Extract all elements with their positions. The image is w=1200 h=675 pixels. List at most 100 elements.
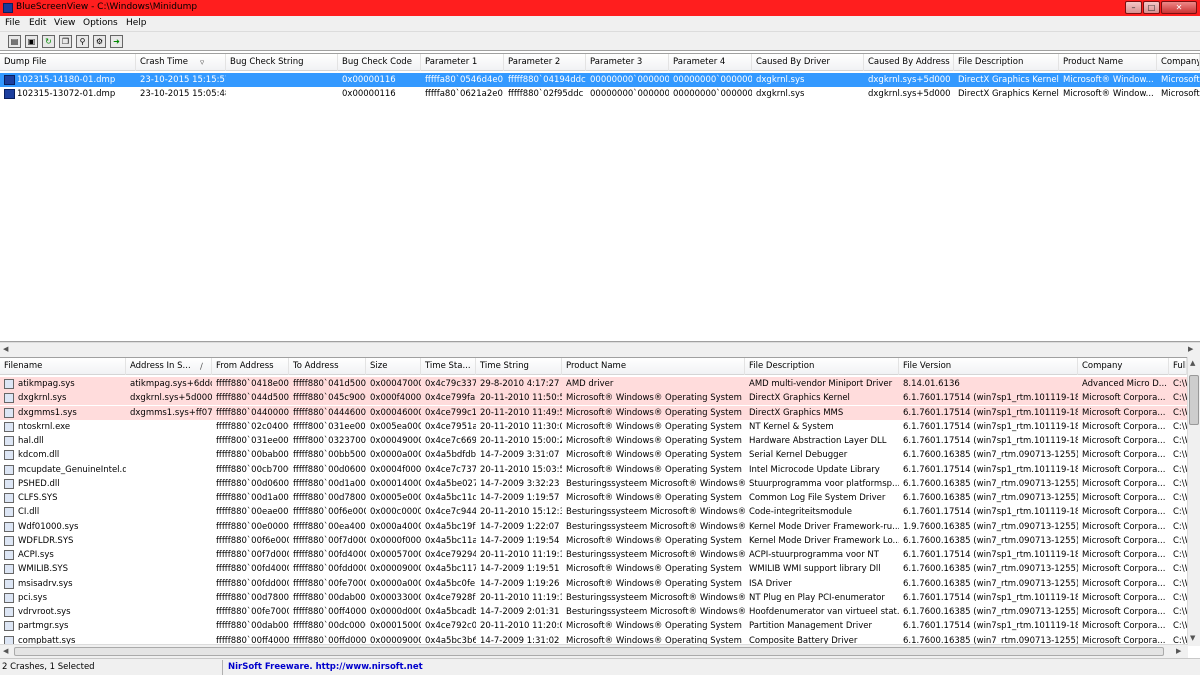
- exit-icon[interactable]: ➜: [110, 35, 123, 48]
- module-cell: 0x4a5bc19f: [425, 521, 476, 532]
- module-cell: C:\W: [1173, 436, 1187, 446]
- crash-cell: fffffa80`0546d4e0: [425, 75, 504, 85]
- col-time-stamp[interactable]: Time Sta...: [421, 358, 476, 375]
- col-dump-file[interactable]: Dump File: [0, 54, 136, 71]
- module-cell: fffff880`00ea4000: [293, 521, 366, 532]
- col-full-path[interactable]: Full: [1169, 358, 1187, 375]
- module-cell: 6.1.7600.16385 (win7_rtm.090713-1255): [903, 564, 1078, 575]
- module-cell: CLFS.SYS: [18, 493, 58, 503]
- module-cell: 14-7-2009 2:01:31: [480, 607, 560, 617]
- options-icon[interactable]: ⚙: [93, 35, 106, 48]
- col-file-description-2[interactable]: File Description: [745, 358, 899, 375]
- col-company-2[interactable]: Company: [1078, 358, 1169, 375]
- col-parameter-4[interactable]: Parameter 4: [669, 54, 752, 71]
- menu-view[interactable]: View: [54, 18, 75, 28]
- module-row[interactable]: dxgmms1.sys dxgmms1.sys+ff07 fffff880`0440…: [0, 405, 1200, 420]
- module-row[interactable]: WMILIB.SYS fffff880`00fd4000 fffff880`00fd…: [0, 562, 1200, 576]
- hscroll-thumb[interactable]: [14, 647, 1164, 656]
- module-row[interactable]: ACPI.sys fffff880`00f7d000 fffff880`00fd40…: [0, 548, 1200, 562]
- module-row[interactable]: msisadrv.sys fffff880`00fdd000 fffff880`00…: [0, 577, 1200, 591]
- app-icon: [3, 3, 13, 13]
- col-bug-check-code[interactable]: Bug Check Code: [338, 54, 421, 71]
- properties-icon[interactable]: ▤: [8, 35, 21, 48]
- menu-file[interactable]: File: [5, 18, 20, 28]
- scroll-right-icon-2[interactable]: ▶: [1176, 647, 1181, 655]
- menu-help[interactable]: Help: [126, 18, 147, 28]
- module-cell: 8.14.01.6136: [903, 379, 960, 389]
- module-list-vscrollbar[interactable]: ▲ ▼: [1187, 357, 1200, 646]
- module-row[interactable]: ntoskrnl.exe fffff880`02c04000 fffff800`03…: [0, 420, 1200, 434]
- module-file-icon: [4, 507, 14, 518]
- module-row[interactable]: CI.dll fffff880`00eae000 fffff880`00f6e000…: [0, 505, 1200, 519]
- module-row[interactable]: CLFS.SYS fffff880`00d1a000 fffff880`00d780…: [0, 491, 1200, 505]
- module-cell: 0x000a4000: [370, 521, 421, 532]
- col-product-name[interactable]: Product Name: [1059, 54, 1157, 71]
- module-cell: 0x0000a000: [370, 450, 421, 461]
- scroll-up-icon[interactable]: ▲: [1190, 359, 1195, 367]
- module-row[interactable]: Wdf01000.sys fffff880`00e00000 fffff880`00…: [0, 520, 1200, 534]
- crash-list: Dump File Crash Time ▿ Bug Check String …: [0, 53, 1200, 342]
- scroll-thumb[interactable]: [1189, 375, 1199, 425]
- nirsoft-link[interactable]: NirSoft Freeware. http://www.nirsoft.net: [228, 662, 423, 672]
- scroll-left-icon[interactable]: ◀: [3, 345, 8, 353]
- module-cell: Stuurprogramma voor platformsp...: [749, 478, 899, 489]
- module-row[interactable]: atikmpag.sys atikmpag.sys+6ddc fffff880`04…: [0, 377, 1200, 391]
- module-row[interactable]: PSHED.dll fffff880`00d06000 fffff880`00d1a…: [0, 477, 1200, 491]
- crash-row[interactable]: 102315-13072-01.dmp 23-10-2015 15:05:48 0x…: [0, 87, 1200, 101]
- col-from-address[interactable]: From Address: [212, 358, 289, 375]
- module-row[interactable]: WDFLDR.SYS fffff880`00f6e000 fffff880`00f7…: [0, 534, 1200, 548]
- minimize-button[interactable]: –: [1125, 1, 1142, 14]
- scroll-down-icon[interactable]: ▼: [1190, 634, 1195, 642]
- module-row[interactable]: vdrvroot.sys fffff880`00fe7000 fffff880`00…: [0, 605, 1200, 619]
- crash-row[interactable]: 102315-14180-01.dmp 23-10-2015 15:15:57 0x…: [0, 73, 1200, 87]
- module-row[interactable]: partmgr.sys fffff880`00dab000 fffff880`00d…: [0, 619, 1200, 633]
- col-file-description[interactable]: File Description: [954, 54, 1059, 71]
- module-row[interactable]: hal.dll fffff800`031ee000 fffff800`0323700…: [0, 434, 1200, 448]
- module-cell: 6.1.7600.16385 (win7_rtm.090713-1255): [903, 578, 1078, 589]
- module-cell: C:\W: [1173, 592, 1187, 603]
- module-cell: [126, 577, 212, 591]
- crash-cell: dxgkrnl.sys: [756, 75, 805, 85]
- module-cell: Besturingssysteem Microsoft® Windows®: [566, 592, 745, 603]
- col-caused-by-driver[interactable]: Caused By Driver: [752, 54, 864, 71]
- col-time-string[interactable]: Time String: [476, 358, 562, 375]
- module-row[interactable]: kdcom.dll fffff880`00bab000 fffff880`00bb5…: [0, 448, 1200, 462]
- module-cell: Microsoft® Windows® Operating System: [566, 621, 742, 632]
- col-company[interactable]: Company: [1157, 54, 1200, 71]
- col-parameter-3[interactable]: Parameter 3: [586, 54, 669, 71]
- module-cell: fffff880`02c04000: [216, 421, 289, 432]
- scroll-left-icon-2[interactable]: ◀: [3, 647, 8, 655]
- col-to-address[interactable]: To Address: [289, 358, 366, 375]
- col-size[interactable]: Size: [366, 358, 421, 375]
- module-row[interactable]: dxgkrnl.sys dxgkrnl.sys+5d000 fffff880`044…: [0, 391, 1200, 406]
- crash-list-hscrollbar[interactable]: ◀ ▶: [0, 342, 1200, 357]
- col-filename[interactable]: Filename: [0, 358, 126, 375]
- copy-icon[interactable]: ❐: [59, 35, 72, 48]
- col-file-version[interactable]: File Version: [899, 358, 1078, 375]
- col-parameter-2[interactable]: Parameter 2: [504, 54, 586, 71]
- col-bug-check-string[interactable]: Bug Check String: [226, 54, 338, 71]
- module-cell: C:\W: [1173, 550, 1187, 560]
- module-cell: 0x4ce799fa: [425, 393, 476, 404]
- find-icon[interactable]: ⚲: [76, 35, 89, 48]
- refresh-icon[interactable]: ↻: [42, 35, 55, 48]
- col-product-name-2[interactable]: Product Name: [562, 358, 745, 375]
- maximize-button[interactable]: □: [1143, 1, 1160, 14]
- scroll-right-icon[interactable]: ▶: [1188, 345, 1193, 353]
- crash-cell: Microsoft® Window...: [1063, 75, 1154, 85]
- module-cell: 6.1.7601.17514 (win7sp1_rtm.101119-1850): [903, 393, 1078, 404]
- close-button[interactable]: ✕: [1161, 1, 1197, 14]
- module-cell: 6.1.7601.17514 (win7sp1_rtm.101119-1850): [903, 550, 1078, 560]
- menu-edit[interactable]: Edit: [29, 18, 46, 28]
- module-row[interactable]: mcupdate_GenuineIntel.dll fffff880`00cb70…: [0, 463, 1200, 477]
- col-parameter-1[interactable]: Parameter 1: [421, 54, 504, 71]
- menu-options[interactable]: Options: [83, 18, 118, 28]
- col-caused-by-address[interactable]: Caused By Address: [864, 54, 954, 71]
- col-crash-time[interactable]: Crash Time: [136, 54, 226, 71]
- save-icon[interactable]: ▣: [25, 35, 38, 48]
- module-cell: Microsoft® Windows® Operating System: [566, 421, 742, 432]
- module-cell: [126, 463, 212, 477]
- module-row[interactable]: pci.sys fffff880`00d78000 fffff880`00dab00…: [0, 591, 1200, 605]
- module-list-hscrollbar[interactable]: ◀ ▶: [0, 644, 1188, 658]
- module-cell: 0x4ce79294: [425, 550, 476, 560]
